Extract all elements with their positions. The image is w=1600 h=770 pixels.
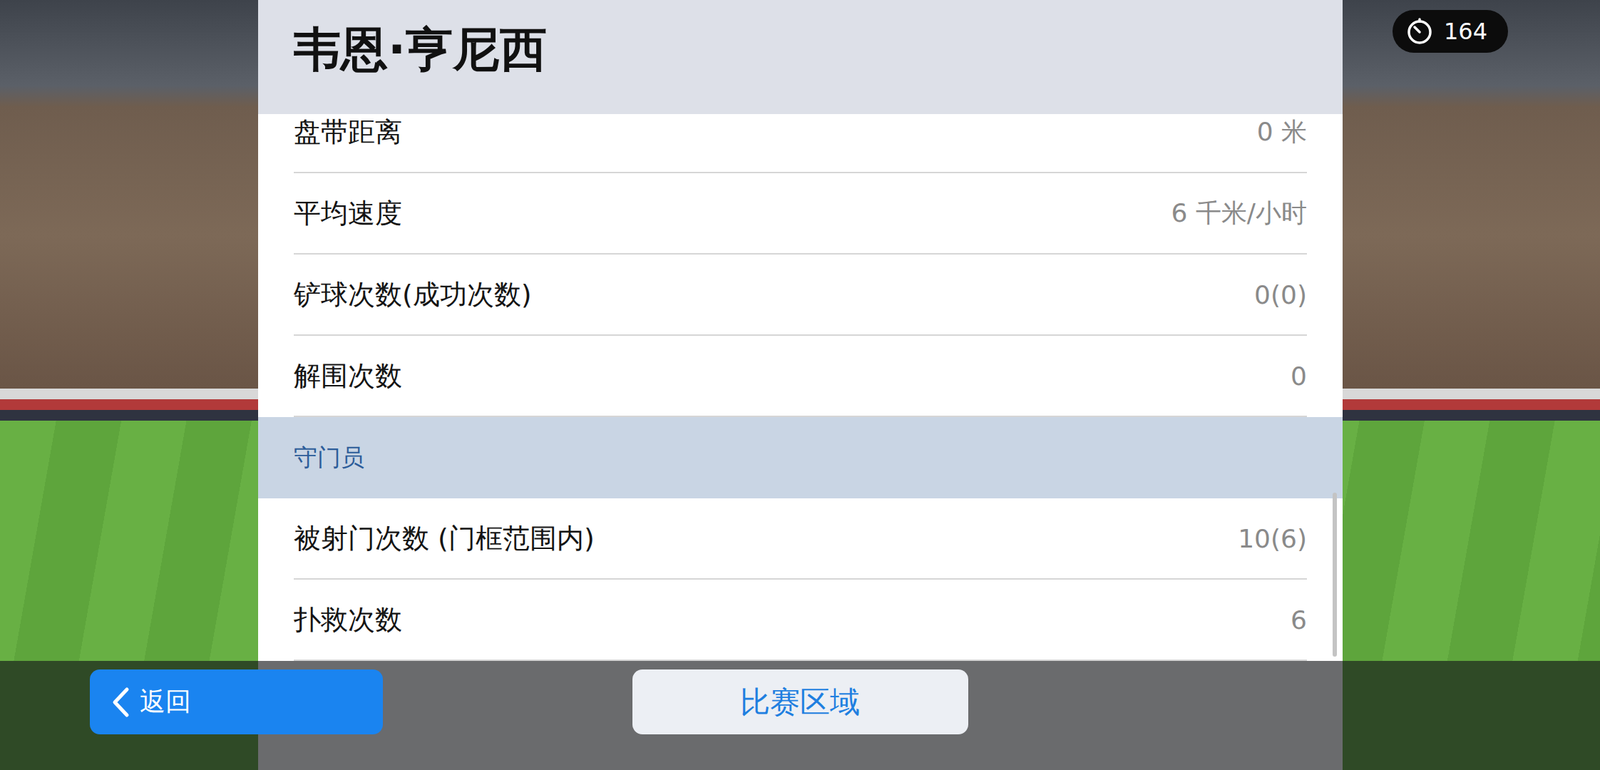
match-stats-screen: 韦恩·亨尼西盘带距离 0 米平均速度 6 千米/小时铲球次数(成功次数) 0(0) 解围…: [0, 0, 1600, 770]
stat-label: 扑救次数: [293, 601, 403, 639]
stat-row: 被射门次数 (门框范围内) 10(6): [293, 498, 1307, 580]
match-area-label: 比赛区域: [740, 684, 860, 720]
back-button[interactable]: 返回: [89, 669, 383, 735]
panel-header: 韦恩·亨尼西: [258, 0, 1343, 115]
stat-row: 扑救次数 6: [293, 579, 1307, 661]
timer-badge: 164: [1392, 9, 1509, 53]
match-area-button[interactable]: 比赛区域: [632, 669, 969, 735]
stopwatch-icon: [1405, 17, 1434, 46]
section-header: 守门员: [258, 417, 1343, 499]
stat-label: 平均速度: [293, 195, 403, 232]
player-stats-panel: 韦恩·亨尼西盘带距离 0 米平均速度 6 千米/小时铲球次数(成功次数) 0(0) 解围…: [258, 0, 1343, 661]
stat-row: 平均速度 6 千米/小时: [293, 173, 1307, 255]
timer-value: 164: [1443, 17, 1488, 45]
stat-row: 盘带距离 0 米: [293, 114, 1307, 174]
stat-value: 10(6): [1237, 524, 1307, 554]
stat-label: 被射门次数 (门框范围内): [293, 520, 595, 557]
back-label: 返回: [139, 684, 192, 720]
section-label: 守门员: [293, 442, 365, 475]
bottom-bar: 返回 比赛区域: [0, 660, 1600, 770]
stat-value: 6: [1290, 605, 1307, 635]
stat-label: 铲球次数(成功次数): [293, 276, 532, 314]
stat-value: 0(0): [1254, 280, 1307, 310]
stat-value: 0 米: [1257, 114, 1307, 150]
scrollbar-thumb[interactable]: [1332, 492, 1337, 657]
stats-list[interactable]: 盘带距离 0 米平均速度 6 千米/小时铲球次数(成功次数) 0(0) 解围次数 0 守门员…: [258, 114, 1343, 661]
player-name: 韦恩·亨尼西: [293, 17, 547, 97]
stat-label: 解围次数: [293, 357, 403, 395]
stat-label: 盘带距离: [293, 114, 403, 151]
stat-value: 0: [1290, 361, 1307, 391]
chevron-left-icon: [111, 686, 130, 719]
stat-value: 6 千米/小时: [1171, 196, 1307, 232]
stat-row: 解围次数 0: [293, 335, 1307, 418]
stat-row: 铲球次数(成功次数) 0(0): [293, 254, 1307, 336]
